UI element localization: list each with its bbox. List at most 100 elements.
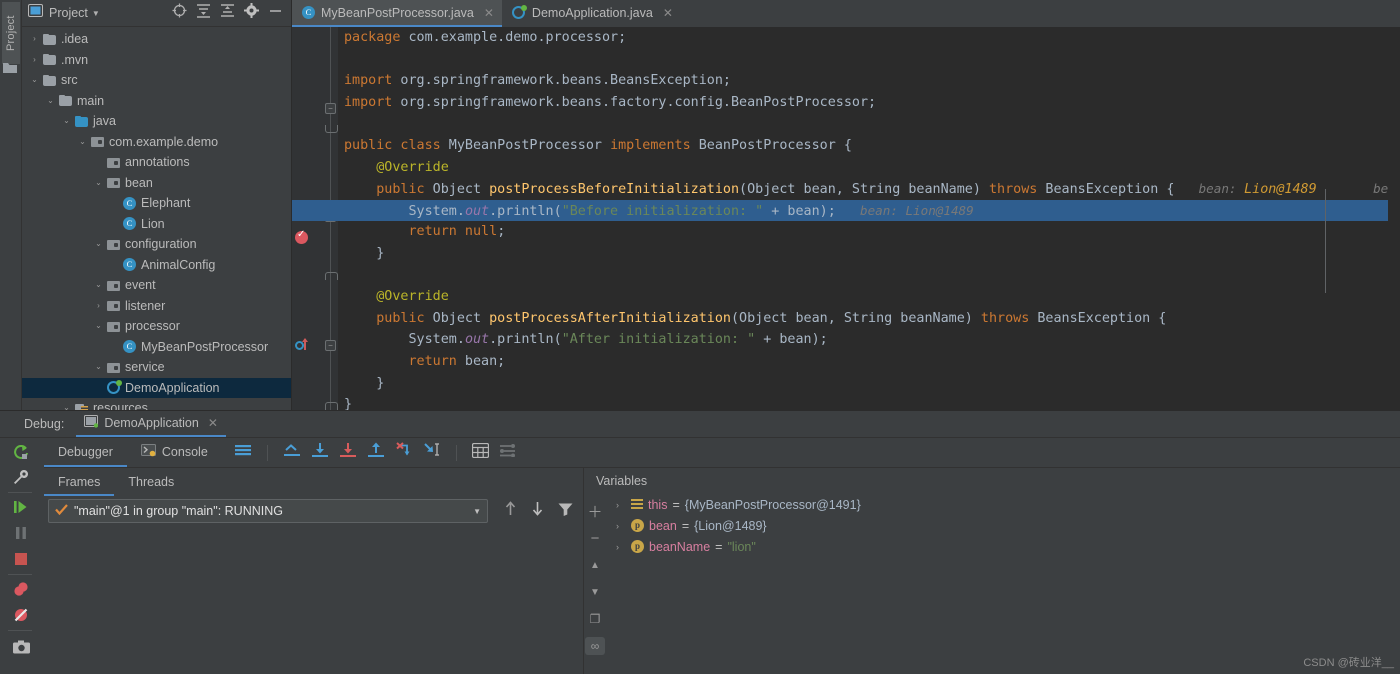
tree-item-src[interactable]: ⌄src <box>22 70 291 91</box>
mute-breakpoints-icon[interactable] <box>12 606 30 624</box>
move-down-icon[interactable]: ▼ <box>585 583 605 601</box>
variable-row[interactable]: ›this={MyBeanPostProcessor@1491} <box>584 494 1400 515</box>
view-breakpoints-icon[interactable] <box>12 580 30 598</box>
frame-up-icon[interactable] <box>504 501 517 521</box>
frames-threads-subtabs[interactable]: Frames Threads <box>44 468 584 496</box>
tree-item-animalconfig[interactable]: CAnimalConfig <box>22 255 291 276</box>
variable-row[interactable]: ›pbean={Lion@1489} <box>584 515 1400 536</box>
infinity-icon[interactable]: ∞ <box>585 637 605 655</box>
run-to-cursor-icon[interactable] <box>423 442 441 463</box>
filter-icon[interactable] <box>558 502 573 521</box>
tree-item-mybeanpostprocessor[interactable]: CMyBeanPostProcessor <box>22 337 291 358</box>
tree-expand-arrow[interactable]: ⌄ <box>92 322 105 330</box>
package-icon <box>89 136 106 147</box>
code-line-17: } <box>292 373 1400 395</box>
layout-icon[interactable] <box>234 443 252 462</box>
debugger-tabs[interactable]: Debugger Console <box>44 438 1400 468</box>
tree-item-label: AnimalConfig <box>138 258 215 272</box>
pause-program-icon[interactable] <box>12 524 30 542</box>
tree-expand-arrow[interactable]: ⌄ <box>92 240 105 248</box>
tree-item-configuration[interactable]: ⌄configuration <box>22 234 291 255</box>
debug-config-name: DemoApplication <box>104 416 199 430</box>
variables-panel: Variables ›this={MyBeanPostProcessor@149… <box>583 468 1400 674</box>
step-over-icon[interactable] <box>311 442 329 463</box>
tree-expand-arrow[interactable]: ⌄ <box>92 179 105 187</box>
tool-button-project[interactable]: Project <box>2 2 20 64</box>
collapse-all-icon[interactable] <box>220 3 235 23</box>
tree-expand-arrow[interactable]: ⌄ <box>28 76 41 84</box>
tree-expand-arrow[interactable]: ⌄ <box>60 117 73 125</box>
remove-watch-icon[interactable]: − <box>585 529 605 547</box>
step-into-icon[interactable] <box>339 442 357 463</box>
evaluate-expression-icon[interactable] <box>472 443 489 463</box>
tree-item-elephant[interactable]: CElephant <box>22 193 291 214</box>
rerun-icon[interactable] <box>12 444 30 462</box>
tree-expand-arrow[interactable]: › <box>28 35 41 43</box>
editor-scrollbar[interactable] <box>1388 27 1400 410</box>
tree-item--mvn[interactable]: ›.mvn <box>22 50 291 71</box>
close-icon[interactable]: ✕ <box>663 6 673 20</box>
copy-icon[interactable]: ❐ <box>585 610 605 628</box>
edit-configuration-icon[interactable] <box>12 468 30 486</box>
class-icon: C <box>121 217 138 230</box>
screenshot-icon[interactable] <box>12 638 30 656</box>
class-icon: C <box>302 6 315 19</box>
tree-expand-arrow[interactable]: ⌄ <box>76 138 89 146</box>
thread-selector[interactable]: "main"@1 in group "main": RUNNING ▼ <box>48 499 488 523</box>
add-watch-icon[interactable]: ＋ <box>585 502 605 520</box>
code-editor[interactable]: − − − package com.example.demo.processor… <box>292 27 1400 410</box>
close-icon[interactable]: ✕ <box>208 416 218 430</box>
variable-row[interactable]: ›pbeanName="lion" <box>584 536 1400 557</box>
expand-all-icon[interactable] <box>196 3 211 23</box>
tree-expand-arrow[interactable]: › <box>28 56 41 64</box>
tree-item-lion[interactable]: CLion <box>22 214 291 235</box>
variables-list[interactable]: ›this={MyBeanPostProcessor@1491}›pbean={… <box>584 494 1400 557</box>
minimize-icon[interactable] <box>268 3 283 23</box>
step-out-icon[interactable] <box>395 442 413 463</box>
debug-titlebar: Debug: DemoApplication ✕ <box>0 411 1400 438</box>
close-icon[interactable]: ✕ <box>484 6 494 20</box>
debug-config-tab[interactable]: DemoApplication ✕ <box>76 411 226 437</box>
tree-item--idea[interactable]: ›.idea <box>22 29 291 50</box>
gear-icon[interactable] <box>244 3 259 23</box>
tree-item-service[interactable]: ⌄service <box>22 357 291 378</box>
chevron-down-icon[interactable]: ▼ <box>473 507 481 516</box>
resume-program-icon[interactable] <box>12 498 30 516</box>
move-up-icon[interactable]: ▲ <box>585 556 605 574</box>
frame-down-icon[interactable] <box>531 501 544 521</box>
editor-tabbar[interactable]: CMyBeanPostProcessor.java✕DemoApplicatio… <box>292 0 1400 27</box>
subtab-threads[interactable]: Threads <box>114 475 188 496</box>
show-execution-point-icon[interactable] <box>283 442 301 463</box>
tree-expand-arrow[interactable]: ⌄ <box>92 363 105 371</box>
editor-tab-label: DemoApplication.java <box>532 6 653 20</box>
tree-item-processor[interactable]: ⌄processor <box>22 316 291 337</box>
project-tree[interactable]: ›.idea›.mvn⌄src⌄main⌄java⌄com.example.de… <box>22 27 291 419</box>
editor-tab-1[interactable]: CMyBeanPostProcessor.java✕ <box>292 0 502 27</box>
tree-item-listener[interactable]: ›listener <box>22 296 291 317</box>
locate-icon[interactable] <box>172 3 187 23</box>
stop-icon[interactable] <box>12 550 30 568</box>
code-line-15: System.out.println("After initialization… <box>292 329 1400 351</box>
expand-arrow[interactable]: › <box>616 542 626 552</box>
tree-item-java[interactable]: ⌄java <box>22 111 291 132</box>
tab-debugger[interactable]: Debugger <box>44 438 127 467</box>
tree-item-bean[interactable]: ⌄bean <box>22 173 291 194</box>
tree-item-main[interactable]: ⌄main <box>22 91 291 112</box>
expand-arrow[interactable]: › <box>616 521 626 531</box>
expand-arrow[interactable]: › <box>616 500 626 510</box>
tree-expand-arrow[interactable]: › <box>92 302 105 310</box>
settings-lines-icon[interactable] <box>499 443 516 462</box>
tree-item-demoapplication[interactable]: DemoApplication <box>22 378 291 399</box>
chevron-down-icon[interactable]: ▼ <box>92 9 100 18</box>
editor-tab-2[interactable]: DemoApplication.java ✕ <box>502 0 681 27</box>
tree-expand-arrow[interactable]: ⌄ <box>92 281 105 289</box>
tree-expand-arrow[interactable]: ⌄ <box>44 97 57 105</box>
tree-item-label: DemoApplication <box>122 381 220 395</box>
tree-item-event[interactable]: ⌄event <box>22 275 291 296</box>
subtab-frames[interactable]: Frames <box>44 475 114 496</box>
tree-item-com-example-demo[interactable]: ⌄com.example.demo <box>22 132 291 153</box>
tab-console[interactable]: Console <box>127 438 222 467</box>
force-step-into-icon[interactable] <box>367 442 385 463</box>
variable-name: beanName <box>649 540 710 554</box>
tree-item-annotations[interactable]: annotations <box>22 152 291 173</box>
